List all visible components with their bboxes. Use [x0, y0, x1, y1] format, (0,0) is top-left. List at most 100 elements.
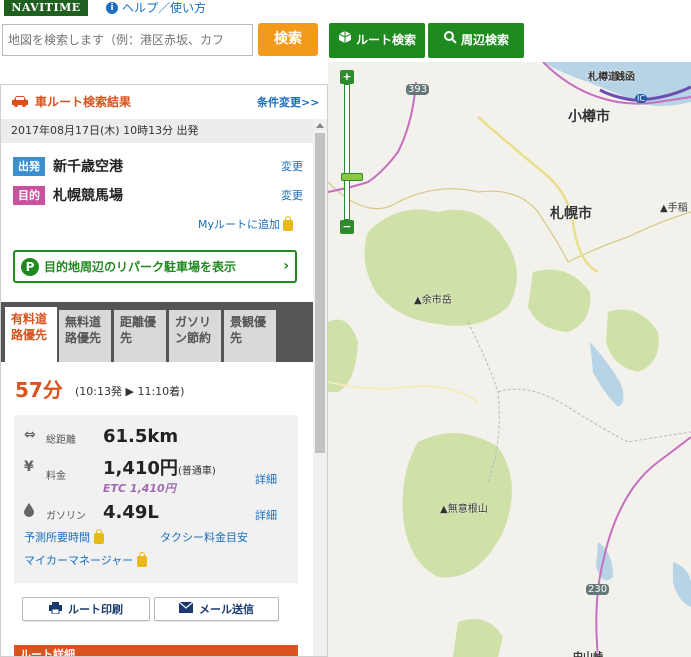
- route-detail-header[interactable]: ルート詳細: [14, 645, 298, 656]
- tab-label-line2: 先: [230, 331, 243, 345]
- route-search-button[interactable]: ルート検索: [329, 23, 425, 58]
- route-cube-icon: [338, 23, 352, 58]
- scroll-up-arrow-icon[interactable]: [316, 123, 324, 128]
- fee-label: 料金: [46, 471, 66, 482]
- fee-value-group: 1,410円(普通車): [103, 454, 216, 480]
- route-230-shield: 230: [586, 584, 610, 595]
- destination-change-link[interactable]: 変更: [281, 187, 303, 203]
- help-link[interactable]: i ヘルプ／使い方: [106, 0, 206, 16]
- chevron-right-icon: ›: [283, 258, 289, 274]
- search-button[interactable]: 検索: [258, 23, 318, 56]
- ic-marker: IC: [635, 94, 647, 103]
- panel-scrollbar[interactable]: [313, 119, 327, 656]
- tab-label-line1: ガソリ: [175, 315, 212, 329]
- departure-change-link[interactable]: 変更: [281, 158, 303, 174]
- zoom-in-button[interactable]: +: [340, 70, 354, 84]
- tab-scenery-priority[interactable]: 景観優 先: [224, 310, 276, 362]
- tab-label-line2: ン節約: [175, 331, 212, 345]
- fee-type: (普通車): [177, 466, 216, 477]
- add-myroute-link[interactable]: Myルートに追加: [198, 215, 294, 232]
- print-route-button[interactable]: ルート印刷: [22, 597, 150, 621]
- tab-free-priority[interactable]: 無料道 路優先: [59, 310, 111, 362]
- distance-label: 総距離: [46, 435, 76, 446]
- parking-icon: P: [21, 257, 39, 276]
- map-label-yoichidake: ▲余市岳: [414, 295, 452, 306]
- navitime-logo[interactable]: NAVITIME: [4, 0, 88, 16]
- map-search-input[interactable]: [2, 24, 253, 56]
- tab-label-line2: 路優先: [11, 328, 48, 342]
- etc-fee: ETC 1,410円: [103, 482, 176, 495]
- map-canvas: [328, 62, 691, 657]
- fee-value: 1,410円: [103, 458, 178, 479]
- lock-icon: [94, 528, 104, 544]
- route-search-label: ルート検索: [355, 33, 416, 47]
- route-393-shield: 393: [406, 84, 430, 95]
- zoom-out-button[interactable]: −: [340, 220, 354, 234]
- route-result-panel: 車ルート検索結果 条件変更>> 2017年08月17日(木) 10時13分 出発…: [0, 84, 328, 657]
- parking-label: 目的地周辺のリパーク駐車場を表示: [44, 260, 237, 274]
- yen-icon: ¥: [24, 459, 34, 475]
- gas-drop-icon: [24, 503, 34, 521]
- distance-arrows-icon: ⇔: [24, 427, 36, 443]
- departure-tag: 出発: [13, 156, 45, 176]
- mycar-manager-link[interactable]: マイカーマネージャー: [24, 551, 148, 568]
- departure-datetime: 2017年08月17日(木) 10時13分 出発: [1, 119, 313, 143]
- info-icon: i: [106, 2, 118, 14]
- forecast-time-link[interactable]: 予測所要時間: [24, 528, 104, 545]
- help-link-label: ヘルプ／使い方: [122, 1, 207, 15]
- route-times: (10:13発 ▶ 11:10着): [75, 385, 185, 398]
- fee-detail-link[interactable]: 詳細: [255, 471, 277, 487]
- route-stats: ⇔ 総距離 61.5km ¥ 料金 1,410円(普通車) 詳細 ETC 1,4…: [14, 415, 298, 583]
- map-label-sapporo: 札幌市: [550, 206, 592, 222]
- top-bar: NAVITIME i ヘルプ／使い方 検索 ルート検索 周辺検索: [0, 0, 691, 60]
- nearby-search-button[interactable]: 周辺検索: [428, 23, 524, 58]
- tab-gas-saving[interactable]: ガソリ ン節約: [169, 310, 221, 362]
- gas-label: ガソリン: [46, 511, 86, 522]
- distance-value: 61.5km: [103, 426, 179, 447]
- taxi-fare-label: タクシー料金目安: [160, 531, 248, 544]
- gas-detail-link[interactable]: 詳細: [255, 507, 277, 523]
- route-option-tabs: 有料道 路優先 無料道 路優先 距離優 先 ガソリ ン節約 景観優 先: [1, 302, 313, 362]
- mycar-manager-label: マイカーマネージャー: [24, 554, 134, 567]
- destination-tag: 目的: [13, 185, 45, 205]
- map-label-muinenzan: ▲無意根山: [440, 504, 488, 515]
- taxi-fare-link[interactable]: タクシー料金目安: [160, 529, 248, 545]
- map-label-otaru-road: 札樽道: [588, 72, 618, 83]
- nearby-search-label: 周辺検索: [460, 33, 509, 47]
- forecast-time-label: 予測所要時間: [24, 531, 90, 544]
- scroll-thumb[interactable]: [315, 133, 325, 453]
- parking-button[interactable]: P 目的地周辺のリパーク駐車場を表示 ›: [13, 250, 297, 283]
- printer-icon: [49, 601, 62, 617]
- tab-label-line2: 路優先: [65, 331, 102, 345]
- destination-name: 札幌競馬場: [53, 188, 123, 204]
- tab-label-line1: 景観優: [230, 315, 267, 329]
- gas-value: 4.49L: [103, 502, 159, 523]
- route-duration: 57分: [15, 378, 63, 402]
- zoom-control: + −: [340, 70, 363, 234]
- map-label-zenibako: 銭函: [615, 72, 635, 83]
- envelope-icon: [178, 601, 194, 616]
- map-label-teine: ▲手稲: [660, 203, 688, 214]
- lock-icon: [137, 551, 148, 567]
- tab-label-line2: 先: [120, 331, 133, 345]
- zoom-knob[interactable]: [341, 173, 363, 181]
- condition-change-link[interactable]: 条件変更>>: [257, 94, 319, 110]
- map-view[interactable]: 小樽市 札幌市 ▲余市岳 ▲無意根山 ▲手稲 札樽道 銭函 393 230 IC…: [328, 62, 691, 657]
- departure-row: 出発 新千歳空港 変更: [13, 156, 303, 176]
- add-myroute-label: Myルートに追加: [198, 218, 281, 231]
- car-icon: [11, 94, 29, 108]
- panel-title: 車ルート検索結果: [35, 95, 132, 109]
- departure-name: 新千歳空港: [53, 159, 123, 175]
- print-route-label: ルート印刷: [68, 603, 123, 616]
- tab-label-line1: 有料道: [11, 312, 48, 326]
- map-label-otaru: 小樽市: [568, 109, 610, 125]
- send-mail-label: メール送信: [199, 603, 254, 616]
- lock-icon: [283, 215, 294, 231]
- tab-label-line1: 無料道: [65, 315, 102, 329]
- destination-row: 目的 札幌競馬場 変更: [13, 185, 303, 205]
- zoom-slider[interactable]: [341, 84, 363, 220]
- tab-distance-priority[interactable]: 距離優 先: [114, 310, 166, 362]
- send-mail-button[interactable]: メール送信: [154, 597, 279, 621]
- tab-label-line1: 距離優: [120, 315, 157, 329]
- tab-toll-priority[interactable]: 有料道 路優先: [5, 307, 57, 362]
